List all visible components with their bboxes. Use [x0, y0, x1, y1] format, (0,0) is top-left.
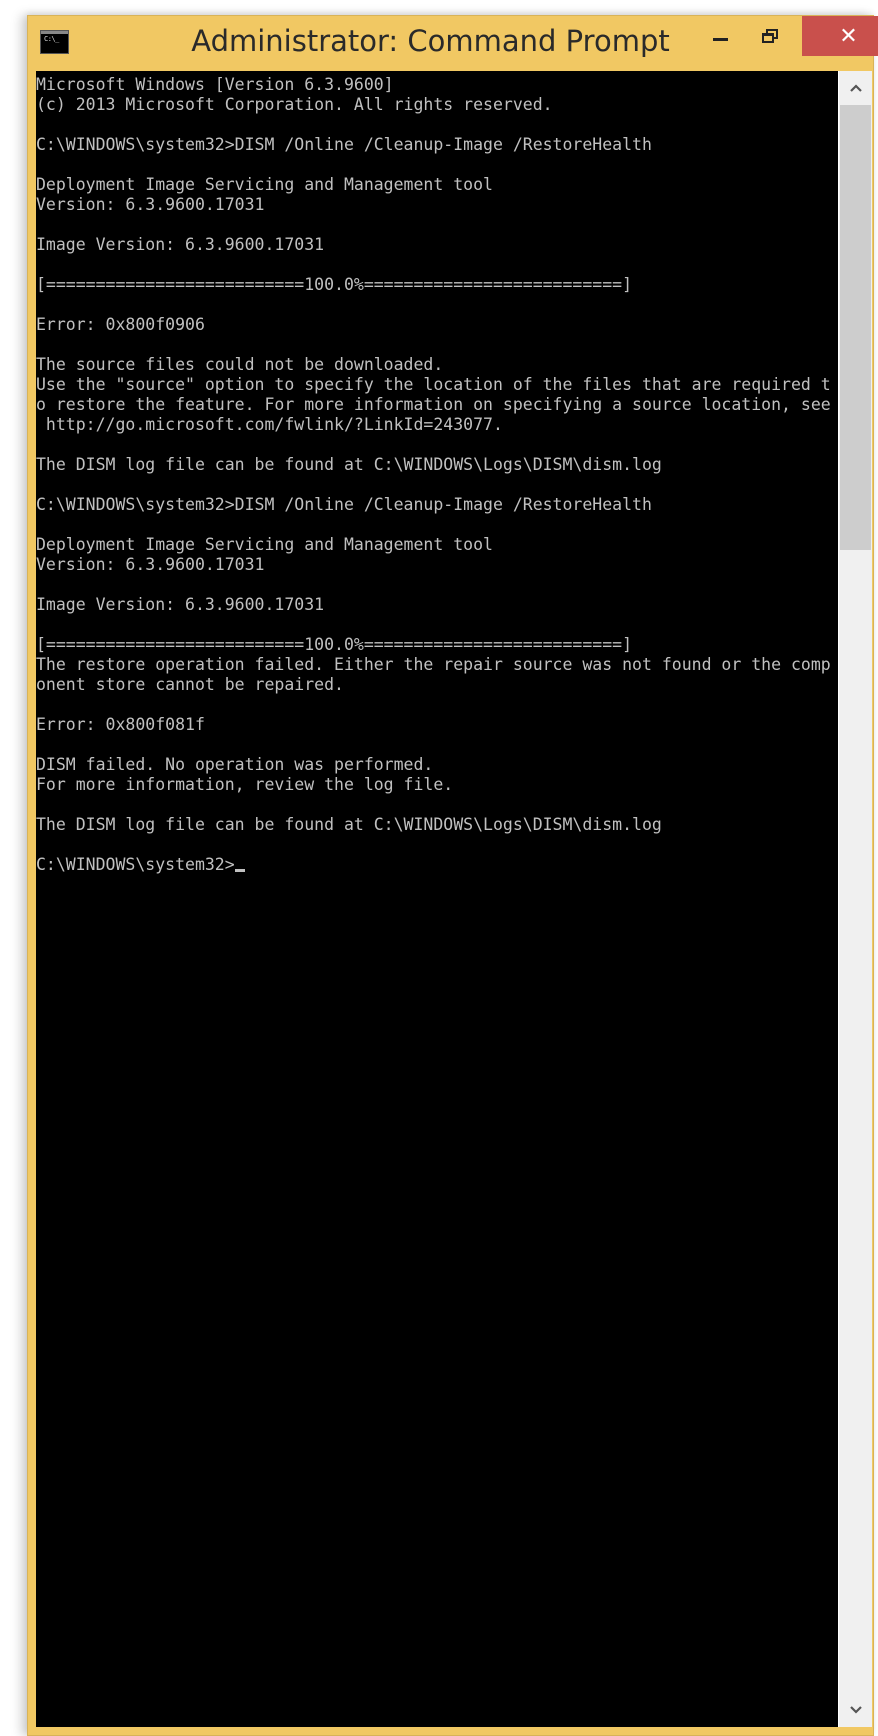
minimize-icon — [712, 37, 728, 41]
chevron-up-icon — [849, 84, 862, 92]
console-line: http://go.microsoft.com/fwlink/?LinkId=2… — [45, 415, 503, 434]
console-line: For more information, review the log fil… — [36, 775, 454, 794]
minimize-button[interactable] — [695, 16, 745, 56]
console-line: Error: 0x800f0906 — [36, 315, 205, 334]
console-line: Deployment Image Servicing and Managemen… — [36, 175, 493, 194]
scroll-up-button[interactable] — [839, 71, 872, 105]
scroll-down-button[interactable] — [839, 1693, 872, 1727]
restore-button[interactable] — [745, 16, 795, 56]
command-prompt-window: C:\_ Administrator: Command Prompt ✕ Mic… — [27, 15, 878, 1736]
console-line: Use the "source" option to specify the l… — [36, 375, 831, 394]
console-line: [==========================100.0%=======… — [36, 275, 633, 294]
console-line: C:\WINDOWS\system32>DISM /Online /Cleanu… — [36, 135, 652, 154]
console-line: DISM failed. No operation was performed. — [36, 755, 434, 774]
console-line: Deployment Image Servicing and Managemen… — [36, 535, 493, 554]
console-line: The DISM log file can be found at C:\WIN… — [36, 815, 662, 834]
chevron-down-icon — [849, 1706, 862, 1714]
console-line: Version: 6.3.9600.17031 — [36, 195, 265, 214]
close-icon: ✕ — [839, 24, 858, 49]
console-line: Image Version: 6.3.9600.17031 — [36, 235, 325, 254]
restore-icon — [762, 29, 778, 43]
command-prompt-line[interactable]: C:\WINDOWS\system32> — [36, 855, 245, 874]
console-line: Microsoft Windows [Version 6.3.9600] — [36, 75, 394, 94]
console-line: (c) 2013 Microsoft Corporation. All righ… — [36, 95, 553, 114]
console-output[interactable]: Microsoft Windows [Version 6.3.9600] (c)… — [36, 71, 838, 1727]
console-line: C:\WINDOWS\system32>DISM /Online /Cleanu… — [36, 495, 652, 514]
console-line: o restore the feature. For more informat… — [36, 395, 831, 414]
prompt-text: C:\WINDOWS\system32> — [36, 855, 235, 874]
console-line: The source files could not be downloaded… — [36, 355, 444, 374]
text-cursor — [234, 869, 245, 872]
console-line: onent store cannot be repaired. — [36, 675, 344, 694]
console-line: Image Version: 6.3.9600.17031 — [36, 595, 325, 614]
console-line: [==========================100.0%=======… — [36, 635, 633, 654]
console-line: Error: 0x800f081f — [36, 715, 205, 734]
vertical-scrollbar[interactable] — [838, 71, 872, 1727]
title-bar[interactable]: C:\_ Administrator: Command Prompt ✕ — [28, 16, 878, 70]
console-line: Version: 6.3.9600.17031 — [36, 555, 265, 574]
close-button[interactable]: ✕ — [802, 16, 878, 56]
scrollbar-thumb[interactable] — [840, 105, 871, 550]
console-line: The DISM log file can be found at C:\WIN… — [36, 455, 662, 474]
console-text: Microsoft Windows [Version 6.3.9600] (c)… — [36, 71, 838, 875]
console-line: The restore operation failed. Either the… — [36, 655, 831, 674]
